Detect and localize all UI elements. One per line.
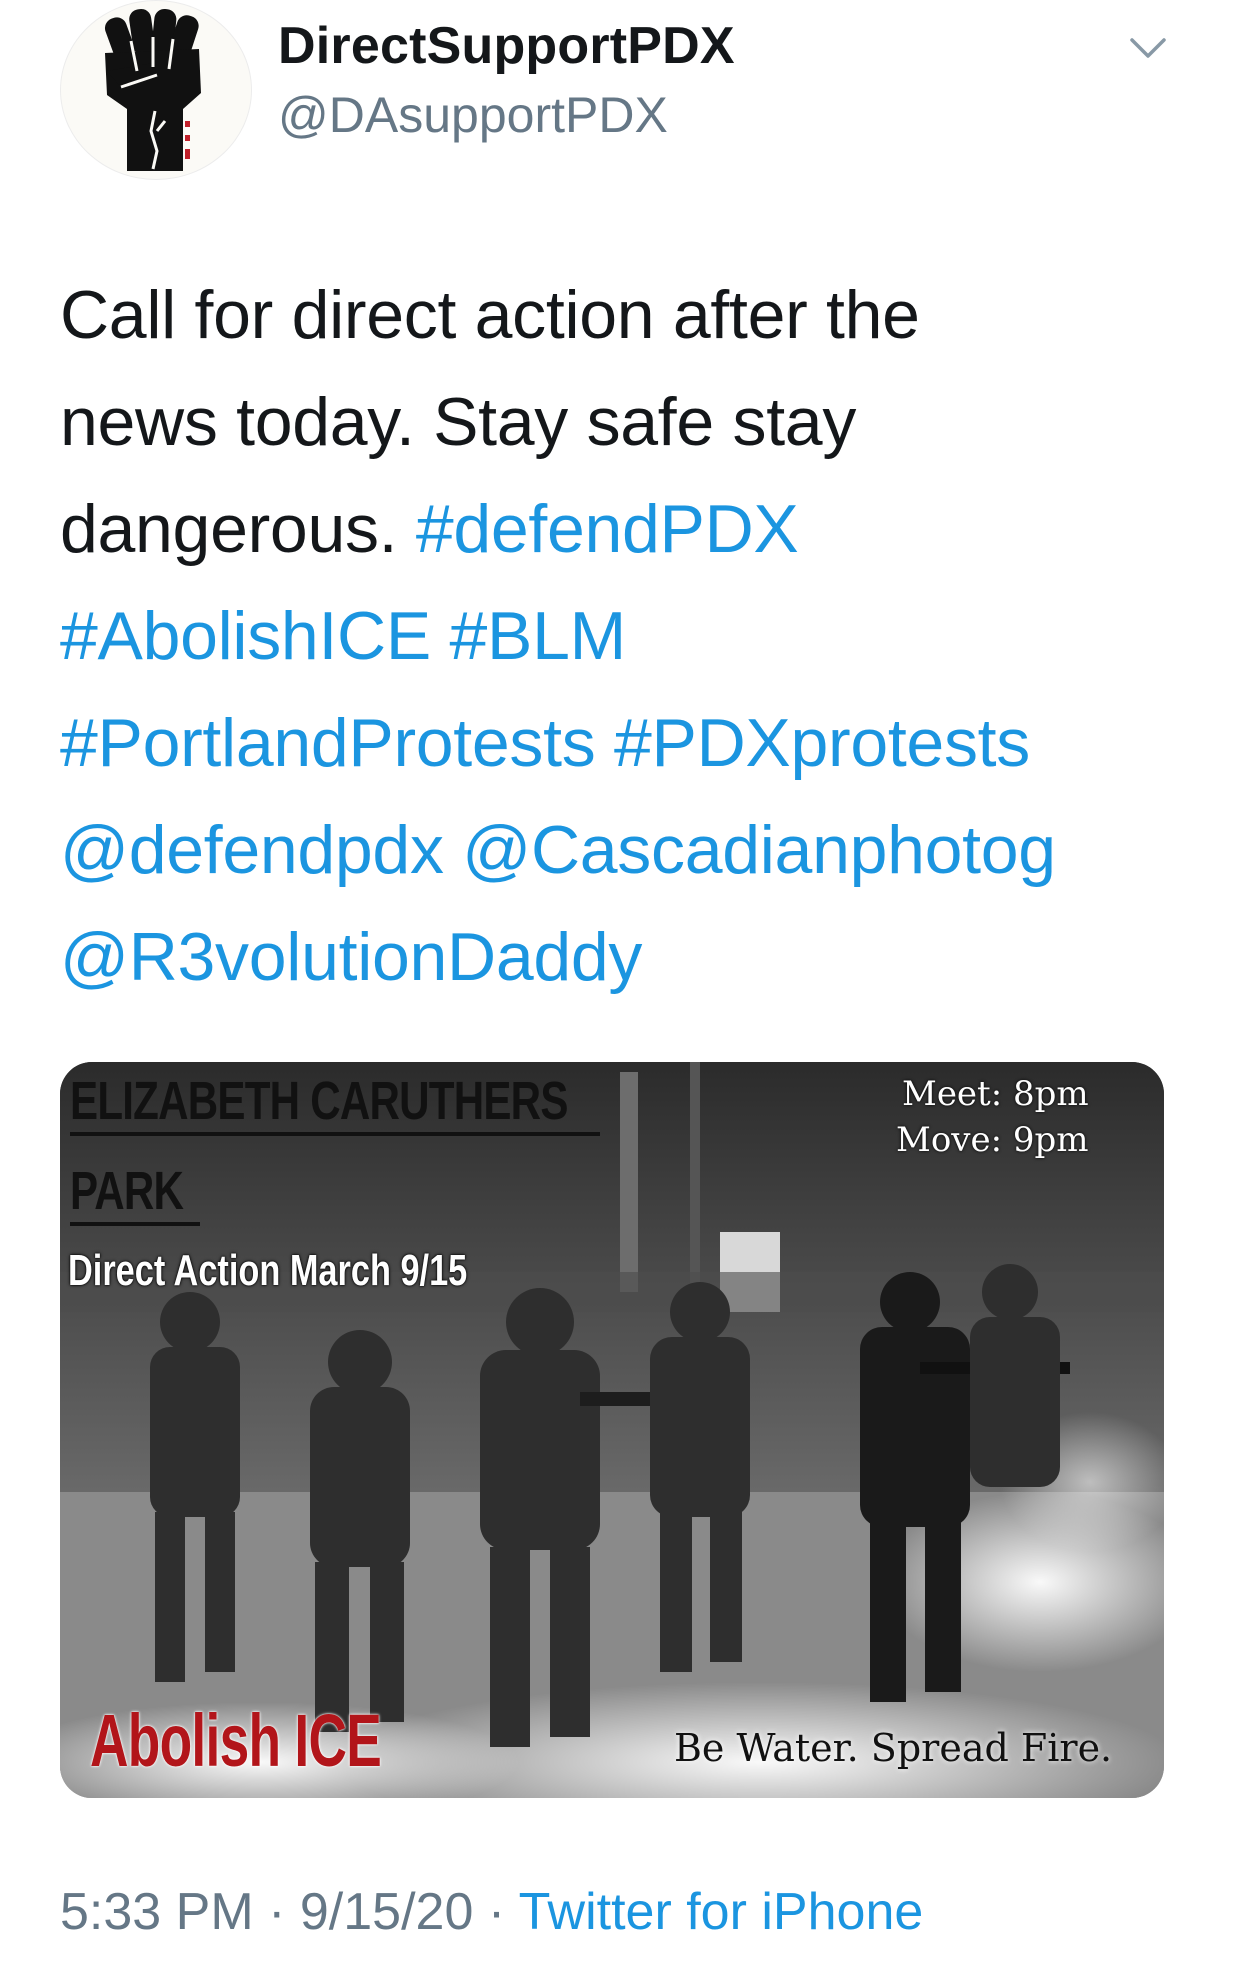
poster-slogan-right: Be Water. Spread Fire. xyxy=(674,1726,1113,1770)
poster-title-underline xyxy=(70,1132,600,1136)
hashtag-link[interactable]: #PDXprotests xyxy=(614,705,1030,781)
tweet-time[interactable]: 5:33 PM xyxy=(60,1883,254,1941)
meta-separator: · xyxy=(473,1883,519,1941)
mention-link[interactable]: @Cascadianphotog xyxy=(462,812,1056,888)
meta-separator: · xyxy=(253,1883,300,1941)
poster-title-line2: PARK xyxy=(70,1161,184,1221)
poster-move-time: Move: 9pm xyxy=(896,1120,1089,1160)
hashtag-link[interactable]: #defendPDX xyxy=(416,491,799,567)
poster-slogan-left: Abolish ICE xyxy=(90,1699,382,1782)
hashtag-link[interactable]: #PortlandProtests xyxy=(60,705,596,781)
tweet-text-line: Call for direct action after the xyxy=(60,262,1190,369)
tweet-text-segment xyxy=(444,812,463,888)
hashtag-link[interactable]: #AbolishICE xyxy=(60,598,431,674)
tweet-text-segment: news today. Stay safe stay xyxy=(60,384,857,460)
tweet-text-line: dangerous. #defendPDX xyxy=(60,476,1190,583)
hashtag-link[interactable]: #BLM xyxy=(450,598,627,674)
tweet-image[interactable]: ELIZABETH CARUTHERS PARK Direct Action M… xyxy=(60,1062,1164,1798)
mention-link[interactable]: @defendpdx xyxy=(60,812,444,888)
tweet-text-line: #AbolishICE #BLM xyxy=(60,583,1190,690)
tweet-text-segment: Call for direct action after the xyxy=(60,277,920,353)
chevron-down-icon[interactable] xyxy=(1128,34,1168,64)
protest-photo xyxy=(60,1062,1164,1798)
tweet-text-segment xyxy=(595,705,614,781)
display-name[interactable]: DirectSupportPDX xyxy=(278,16,735,76)
tweet-source-link[interactable]: Twitter for iPhone xyxy=(519,1883,924,1941)
avatar[interactable] xyxy=(60,0,252,180)
poster-park-underline xyxy=(70,1222,200,1226)
mention-link[interactable]: @R3volutionDaddy xyxy=(60,919,642,995)
tweet-text-line: @defendpdx @Cascadianphotog xyxy=(60,797,1190,904)
poster-title: ELIZABETH CARUTHERS xyxy=(70,1071,568,1131)
tweet-text-segment xyxy=(431,598,450,674)
tweet-date[interactable]: 9/15/20 xyxy=(300,1883,474,1941)
user-handle[interactable]: @DAsupportPDX xyxy=(278,86,668,144)
tweet-text: Call for direct action after the news tod… xyxy=(60,262,1190,1011)
tweet-meta: 5:33 PM · 9/15/20 · Twitter for iPhone xyxy=(60,1882,923,1942)
raised-fist-icon xyxy=(104,8,201,171)
tweet-text-line: @R3volutionDaddy xyxy=(60,904,1190,1011)
tweet-text-line: news today. Stay safe stay xyxy=(60,369,1190,476)
poster-subtitle: Direct Action March 9/15 xyxy=(68,1246,468,1295)
tweet-text-line: #PortlandProtests #PDXprotests xyxy=(60,690,1190,797)
poster-meet-time: Meet: 8pm xyxy=(902,1074,1089,1114)
tweet-text-segment: dangerous. xyxy=(60,491,416,567)
